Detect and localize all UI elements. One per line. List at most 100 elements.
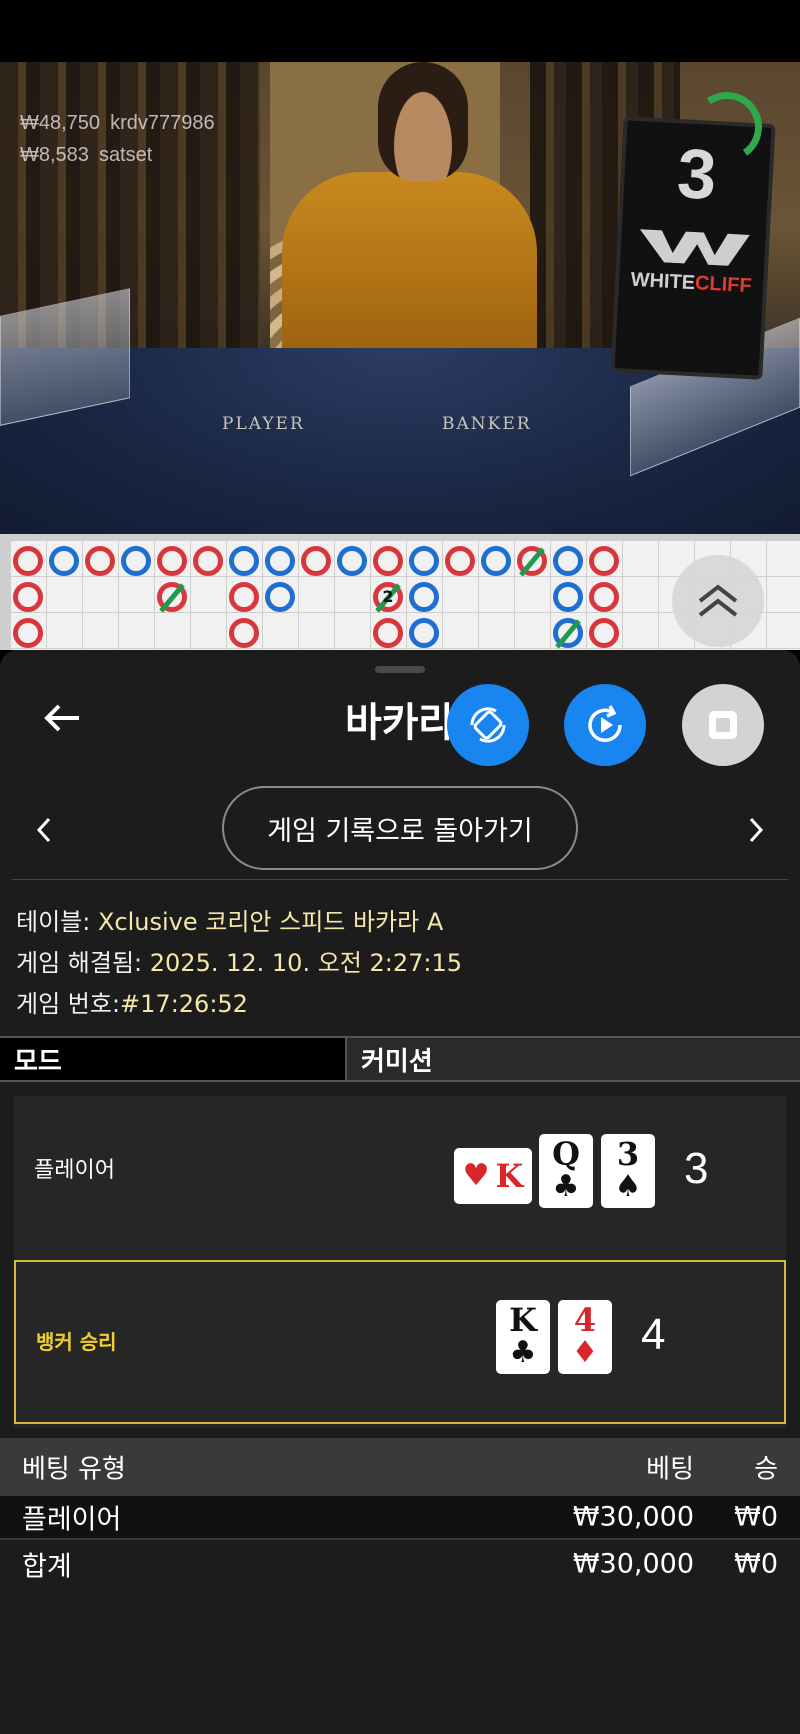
card-suit: ♠	[614, 1169, 642, 1204]
resolved-value: 2025. 12. 10. 오전 2:27:15	[149, 949, 463, 977]
table-label: 테이블:	[16, 908, 91, 936]
banker-card-1: K ♣	[496, 1300, 550, 1374]
rotate-icon	[470, 707, 506, 743]
road-bead-banker	[13, 618, 43, 648]
bet-amount-header: 베팅	[646, 1454, 694, 1485]
player-card-2: Q ♣	[539, 1134, 593, 1208]
card-suit: ♣	[552, 1169, 580, 1204]
card-suit: ♦	[571, 1335, 599, 1370]
player-label: 플레이어	[34, 1158, 115, 1183]
game-number-label: 게임 번호:	[16, 990, 121, 1018]
player-card-1: ♥ K	[454, 1148, 532, 1204]
road-bead-banker	[589, 546, 619, 576]
game-history-sheet: 바카라 게임 기록으로 돌아가기 테이블: Xclusive 코리안 스피드 바…	[0, 650, 800, 1734]
win-user: krdv777986	[110, 112, 215, 134]
banker-win-label: 뱅커 승리	[36, 1330, 117, 1354]
total-row: 합계 ₩30,000 ₩0	[0, 1542, 800, 1586]
road-bead-player	[121, 546, 151, 576]
card-face: ♥ K	[454, 1148, 532, 1204]
road-bead-player	[229, 546, 259, 576]
whitecliff-logo-icon	[639, 229, 750, 266]
replay-button[interactable]	[564, 684, 646, 766]
brand-cliff: CLIFF	[694, 272, 753, 298]
tie-slash	[555, 619, 581, 649]
tab-mode[interactable]: 모드	[0, 1038, 347, 1080]
road-bead-banker	[589, 582, 619, 612]
road-bead-player-tie	[553, 618, 583, 649]
double-chevron-up-icon	[698, 584, 738, 617]
tab-commission[interactable]: 커미션	[347, 1038, 800, 1080]
bet-type-header: 베팅 유형	[22, 1454, 126, 1485]
win-amount: ₩48,750	[20, 112, 101, 134]
status-bar	[0, 0, 800, 62]
tie-slash	[519, 547, 545, 577]
road-bead-banker	[13, 582, 43, 612]
player-total: 3	[684, 1144, 709, 1193]
back-to-history-button[interactable]: 게임 기록으로 돌아가기	[222, 786, 578, 870]
page-title: 바카라	[345, 701, 456, 745]
road-bead-banker	[157, 546, 187, 576]
result-panel: 플레이어 ♥ K Q ♣ 3 ♠ 3 뱅커 승리 K ♣ 4 ♦ 4	[14, 1096, 786, 1428]
next-game-button[interactable]	[736, 805, 776, 855]
card-rank: K	[495, 1157, 524, 1195]
mode-tabs: 모드 커미션	[0, 1036, 800, 1082]
road-bead-banker-tie	[517, 546, 547, 577]
game-number-value: #17:26:52	[120, 990, 248, 1018]
stop-button[interactable]	[682, 684, 764, 766]
road-bead-banker	[445, 546, 475, 576]
rotate-view-button[interactable]	[447, 684, 529, 766]
card-rank: 4	[573, 1301, 597, 1339]
live-video[interactable]: PLAYER BANKER 3 WHITECLIFF ₩48,750 krdv77…	[0, 62, 800, 534]
win-overlay-2: ₩8,583 satset	[20, 144, 152, 167]
win-amount: ₩8,583	[20, 144, 89, 166]
win-user: satset	[98, 144, 153, 166]
resolved-label: 게임 해결됨:	[16, 949, 143, 977]
road-bead-banker	[85, 546, 115, 576]
win-header: 승	[754, 1454, 778, 1485]
road-bead-banker	[373, 618, 403, 648]
road-bead-player	[265, 582, 295, 612]
road-bead-banker-tie	[157, 582, 187, 613]
brand-white: WHITE	[630, 268, 696, 295]
replay-icon	[588, 705, 622, 742]
whitecliff-wordmark: WHITECLIFF	[619, 268, 764, 299]
road-bead-player	[409, 582, 439, 612]
card-rank: 3	[616, 1135, 640, 1173]
chevron-right-icon	[749, 817, 764, 843]
total-label: 합계	[22, 1551, 72, 1583]
card-rank: Q	[552, 1135, 580, 1173]
total-win: ₩0	[734, 1548, 778, 1580]
felt-banker-label: BANKER	[442, 414, 532, 434]
road-bead-player	[409, 618, 439, 648]
road-bead-banker	[373, 546, 403, 576]
card-suit: ♥	[462, 1158, 490, 1193]
back-button[interactable]	[38, 698, 88, 738]
road-bead-banker	[589, 618, 619, 648]
player-hand: 플레이어 ♥ K Q ♣ 3 ♠ 3	[14, 1096, 786, 1260]
expand-road-button[interactable]	[672, 555, 764, 647]
win-overlay-1: ₩48,750 krdv777986	[20, 112, 215, 135]
road-bead-player	[409, 546, 439, 576]
road-bead-player	[481, 546, 511, 576]
win-amount: ₩0	[734, 1501, 778, 1533]
arrow-left-icon	[44, 704, 79, 732]
banker-hand: 뱅커 승리 K ♣ 4 ♦ 4	[14, 1260, 786, 1424]
road-bead-player	[553, 582, 583, 612]
banker-card-2: 4 ♦	[558, 1300, 612, 1374]
sheet-grabber[interactable]	[375, 666, 425, 673]
table-value: Xclusive 코리안 스피드 바카라 A	[97, 908, 444, 936]
prev-game-button[interactable]	[24, 805, 64, 855]
card-suit: ♣	[509, 1335, 537, 1370]
player-card-3: 3 ♠	[601, 1134, 655, 1208]
resolved-info: 게임 해결됨: 2025. 12. 10. 오전 2:27:15	[16, 943, 462, 978]
road-bead-banker	[229, 618, 259, 648]
road-bead-player	[337, 546, 367, 576]
table-info: 테이블: Xclusive 코리안 스피드 바카라 A	[16, 902, 443, 937]
road-bead-banker	[229, 582, 259, 612]
tie-count: 2	[382, 587, 394, 606]
bet-amount: ₩30,000	[572, 1501, 694, 1533]
road-bead-player	[265, 546, 295, 576]
chevron-left-icon	[36, 817, 51, 843]
road-bead-banker	[301, 546, 331, 576]
road-bead-player	[49, 546, 79, 576]
